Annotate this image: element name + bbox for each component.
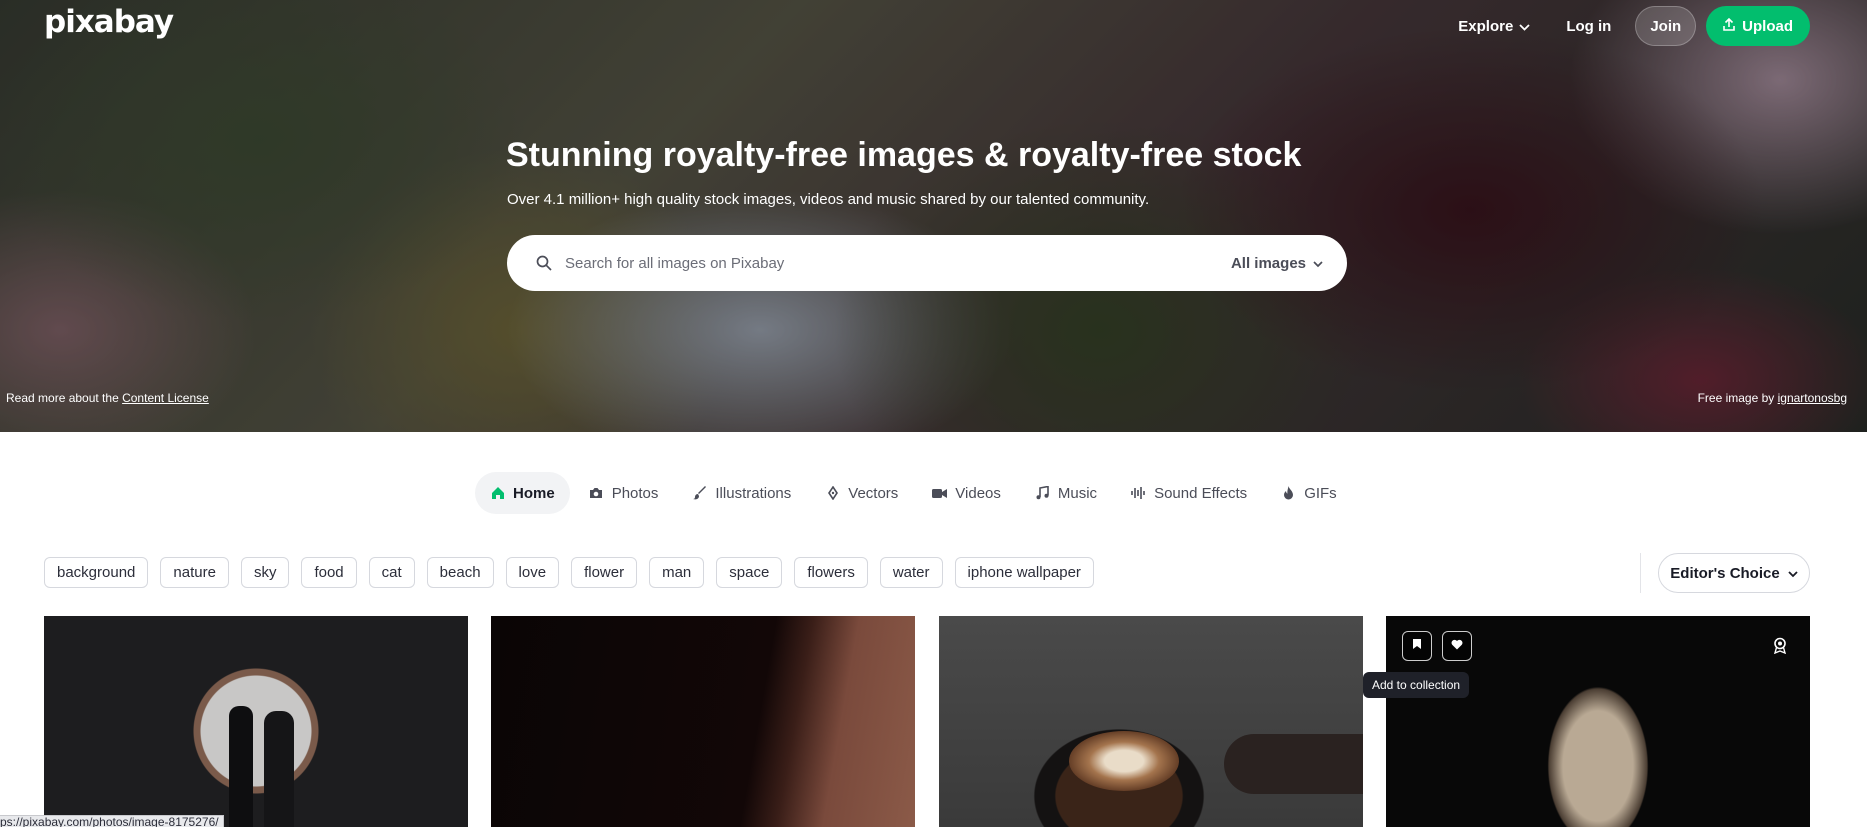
content-license-link[interactable]: Content License [122,391,209,405]
chevron-down-icon [1788,565,1798,582]
tab-sound-effects[interactable]: Sound Effects [1116,472,1262,514]
pixabay-logo[interactable]: pixabay [44,4,174,40]
tag-chip[interactable]: cat [368,557,415,588]
tab-vectors[interactable]: Vectors [810,472,913,514]
license-prefix: Read more about the [6,391,119,405]
heart-icon [1451,637,1463,655]
tag-chip[interactable]: food [301,557,357,588]
tag-chip[interactable]: love [505,557,560,588]
image-content [264,711,294,827]
upload-icon [1723,17,1735,35]
top-nav: Explore Log in Join Upload [1446,6,1810,46]
hero-overlay [0,0,1867,432]
image-content [1224,734,1363,794]
tag-chip[interactable]: water [879,557,943,588]
search-type-dropdown[interactable]: All images [1231,255,1323,272]
explore-menu-button[interactable]: Explore [1446,8,1542,45]
credit-prefix: Free image by [1697,391,1775,405]
brush-icon [692,486,707,501]
join-button[interactable]: Join [1635,6,1697,46]
tag-chip[interactable]: nature [160,557,229,588]
home-icon [490,486,505,501]
pen-nib-icon [825,486,840,501]
add-to-collection-tooltip: Add to collection [1363,672,1470,698]
like-button[interactable] [1442,631,1472,661]
tab-illustrations[interactable]: Illustrations [677,472,806,514]
image-card[interactable] [44,616,468,827]
tab-home[interactable]: Home [475,472,570,514]
image-content [1069,731,1179,791]
hero-banner: pixabay Explore Log in Join Upload Stunn… [0,0,1867,432]
image-card[interactable] [939,616,1363,827]
hero-subtitle: Over 4.1 million+ high quality stock ima… [507,191,1150,208]
image-card[interactable] [1386,616,1810,827]
search-input[interactable] [565,254,1231,272]
tab-videos[interactable]: Videos [917,472,1016,514]
content-license-note: Read more about the Content License [6,391,209,405]
tag-chip[interactable]: sky [240,557,290,588]
tag-chip[interactable]: flowers [794,557,868,588]
camera-icon [589,486,604,501]
popular-tags: background nature sky food cat beach lov… [44,557,1094,588]
video-icon [932,486,948,501]
add-to-collection-button[interactable] [1402,631,1432,661]
tab-label: GIFs [1304,484,1337,502]
sort-label: Editor's Choice [1670,564,1780,582]
image-content [229,706,253,827]
browser-status-url: ps://pixabay.com/photos/image-8175276/ [0,815,224,827]
upload-label: Upload [1742,17,1793,35]
chevron-down-icon [1313,255,1323,272]
tab-label: Videos [955,484,1001,502]
tag-chip[interactable]: flower [571,557,638,588]
tab-label: Music [1057,484,1098,502]
tab-label: Home [513,484,555,502]
hero-title: Stunning royalty-free images & royalty-f… [506,136,1302,174]
tab-label: Illustrations [715,484,792,502]
explore-label: Explore [1458,17,1514,35]
image-card[interactable] [491,616,915,827]
tag-chip[interactable]: space [716,557,783,588]
tab-gifs[interactable]: GIFs [1266,472,1352,514]
editors-choice-award-icon [1770,635,1790,655]
flame-icon [1281,486,1296,501]
tab-label: Sound Effects [1154,484,1248,502]
music-note-icon [1035,486,1050,501]
tab-photos[interactable]: Photos [574,472,674,514]
chevron-down-icon [1519,18,1530,35]
upload-button[interactable]: Upload [1706,6,1810,46]
bookmark-icon [1412,637,1422,655]
search-type-label: All images [1230,254,1306,272]
sound-wave-icon [1131,486,1146,501]
media-type-tabs: Home Photos Illustrations Vectors Videos… [475,472,1352,514]
tag-chip[interactable]: beach [426,557,494,588]
image-credit: Free image by ignartonosbg [1698,391,1847,405]
search-bar: All images [507,235,1347,291]
tag-chip[interactable]: iphone wallpaper [954,557,1094,588]
tab-music[interactable]: Music [1020,472,1112,514]
tag-chip[interactable]: background [44,557,149,588]
login-link[interactable]: Log in [1552,8,1625,45]
credit-author-link[interactable]: ignartonosbg [1778,391,1847,405]
tags-divider [1640,553,1641,593]
sort-dropdown[interactable]: Editor's Choice [1658,553,1810,593]
search-icon [535,254,553,272]
tab-label: Photos [611,484,659,502]
tag-chip[interactable]: man [649,557,705,588]
tab-label: Vectors [848,484,899,502]
